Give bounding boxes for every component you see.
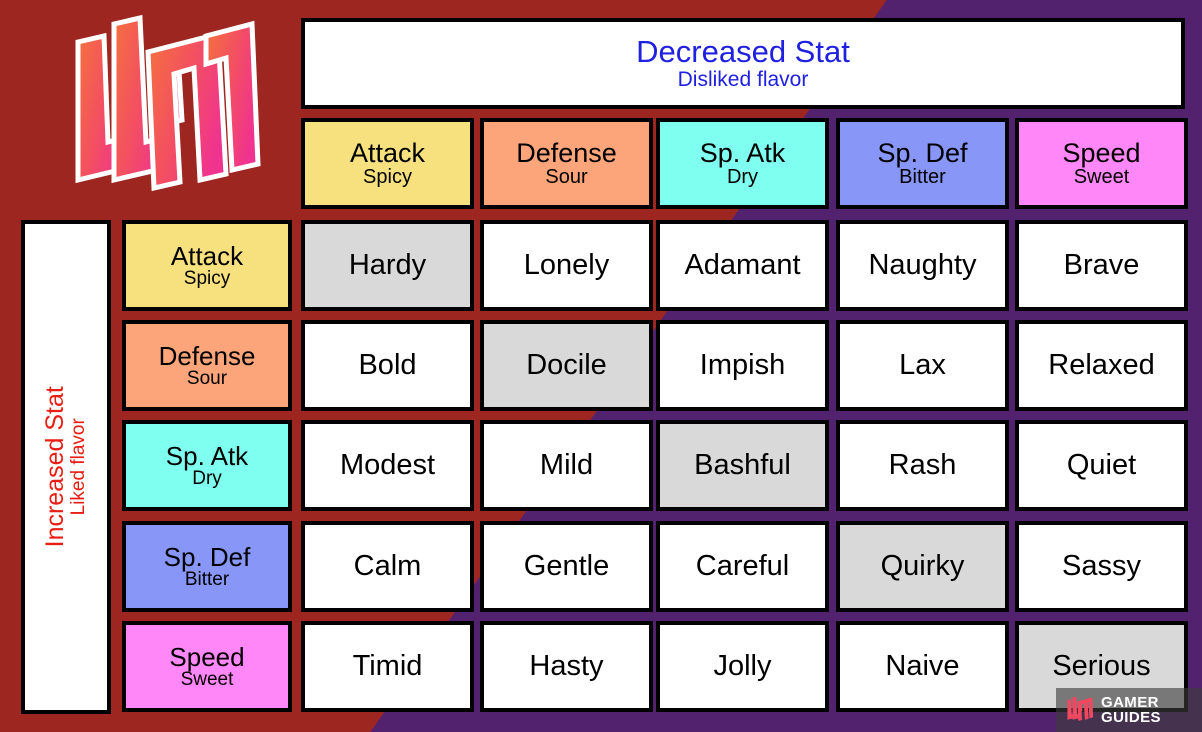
column-header-flavor: Dry	[726, 166, 759, 189]
column-header-stat: Sp. Atk	[699, 137, 786, 168]
row-header-sp-def: Sp. Def Bitter	[122, 521, 292, 612]
nature-cell-quirky: Quirky	[836, 521, 1009, 612]
chart-grid: Attack Spicy Defense Sour Sp. Atk Dry Sp. Def B…	[0, 0, 1202, 732]
row-header-flavor: Bitter	[184, 569, 230, 591]
row-header-sp-atk: Sp. Atk Dry	[122, 420, 292, 511]
row-header-defense: Defense Sour	[122, 320, 292, 411]
column-header-sp-atk: Sp. Atk Dry	[656, 118, 829, 209]
nature-cell-quiet: Quiet	[1015, 420, 1188, 511]
nature-chart-canvas: Decreased Stat Disliked flavor Increased…	[0, 0, 1202, 732]
nature-cell-docile: Docile	[480, 320, 653, 411]
watermark-line-2: GUIDES	[1101, 709, 1161, 726]
watermark-line-1: GAMER	[1101, 694, 1159, 711]
gamer-guides-watermark: GAMER GUIDES	[1056, 688, 1202, 732]
nature-cell-lax: Lax	[836, 320, 1009, 411]
nature-cell-brave: Brave	[1015, 220, 1188, 311]
row-header-flavor: Dry	[192, 468, 222, 490]
row-header-flavor: Sour	[186, 368, 228, 390]
nature-cell-naive: Naive	[836, 621, 1009, 712]
nature-cell-jolly: Jolly	[656, 621, 829, 712]
column-header-stat: Attack	[349, 137, 426, 168]
column-header-flavor: Sweet	[1073, 166, 1130, 189]
column-header-flavor: Bitter	[899, 166, 946, 189]
column-header-stat: Defense	[516, 137, 617, 168]
nature-cell-mild: Mild	[480, 420, 653, 511]
row-header-speed: Speed Sweet	[122, 621, 292, 712]
nature-cell-modest: Modest	[301, 420, 474, 511]
watermark-logo-icon	[1067, 696, 1094, 721]
row-header-flavor: Spicy	[183, 268, 231, 290]
row-header-stat: Defense	[158, 340, 256, 371]
nature-cell-bold: Bold	[301, 320, 474, 411]
nature-cell-hardy: Hardy	[301, 220, 474, 311]
nature-cell-impish: Impish	[656, 320, 829, 411]
column-header-attack: Attack Spicy	[301, 118, 474, 209]
nature-cell-careful: Careful	[656, 521, 829, 612]
column-header-speed: Speed Sweet	[1015, 118, 1188, 209]
row-header-stat: Sp. Def	[163, 541, 251, 572]
nature-cell-gentle: Gentle	[480, 521, 653, 612]
row-header-flavor: Sweet	[180, 669, 234, 691]
nature-cell-hasty: Hasty	[480, 621, 653, 712]
column-header-flavor: Spicy	[363, 166, 412, 189]
row-header-stat: Sp. Atk	[165, 440, 249, 471]
nature-cell-timid: Timid	[301, 621, 474, 712]
nature-cell-rash: Rash	[836, 420, 1009, 511]
row-header-stat: Attack	[170, 240, 244, 271]
nature-cell-bashful: Bashful	[656, 420, 829, 511]
column-header-sp-def: Sp. Def Bitter	[836, 118, 1009, 209]
row-header-stat: Speed	[169, 641, 245, 672]
nature-cell-calm: Calm	[301, 521, 474, 612]
column-header-stat: Speed	[1062, 137, 1141, 168]
column-header-defense: Defense Sour	[480, 118, 653, 209]
nature-cell-lonely: Lonely	[480, 220, 653, 311]
nature-cell-adamant: Adamant	[656, 220, 829, 311]
nature-cell-relaxed: Relaxed	[1015, 320, 1188, 411]
column-header-stat: Sp. Def	[877, 137, 968, 168]
nature-cell-sassy: Sassy	[1015, 521, 1188, 612]
row-header-attack: Attack Spicy	[122, 220, 292, 311]
nature-cell-naughty: Naughty	[836, 220, 1009, 311]
column-header-flavor: Sour	[545, 166, 588, 189]
